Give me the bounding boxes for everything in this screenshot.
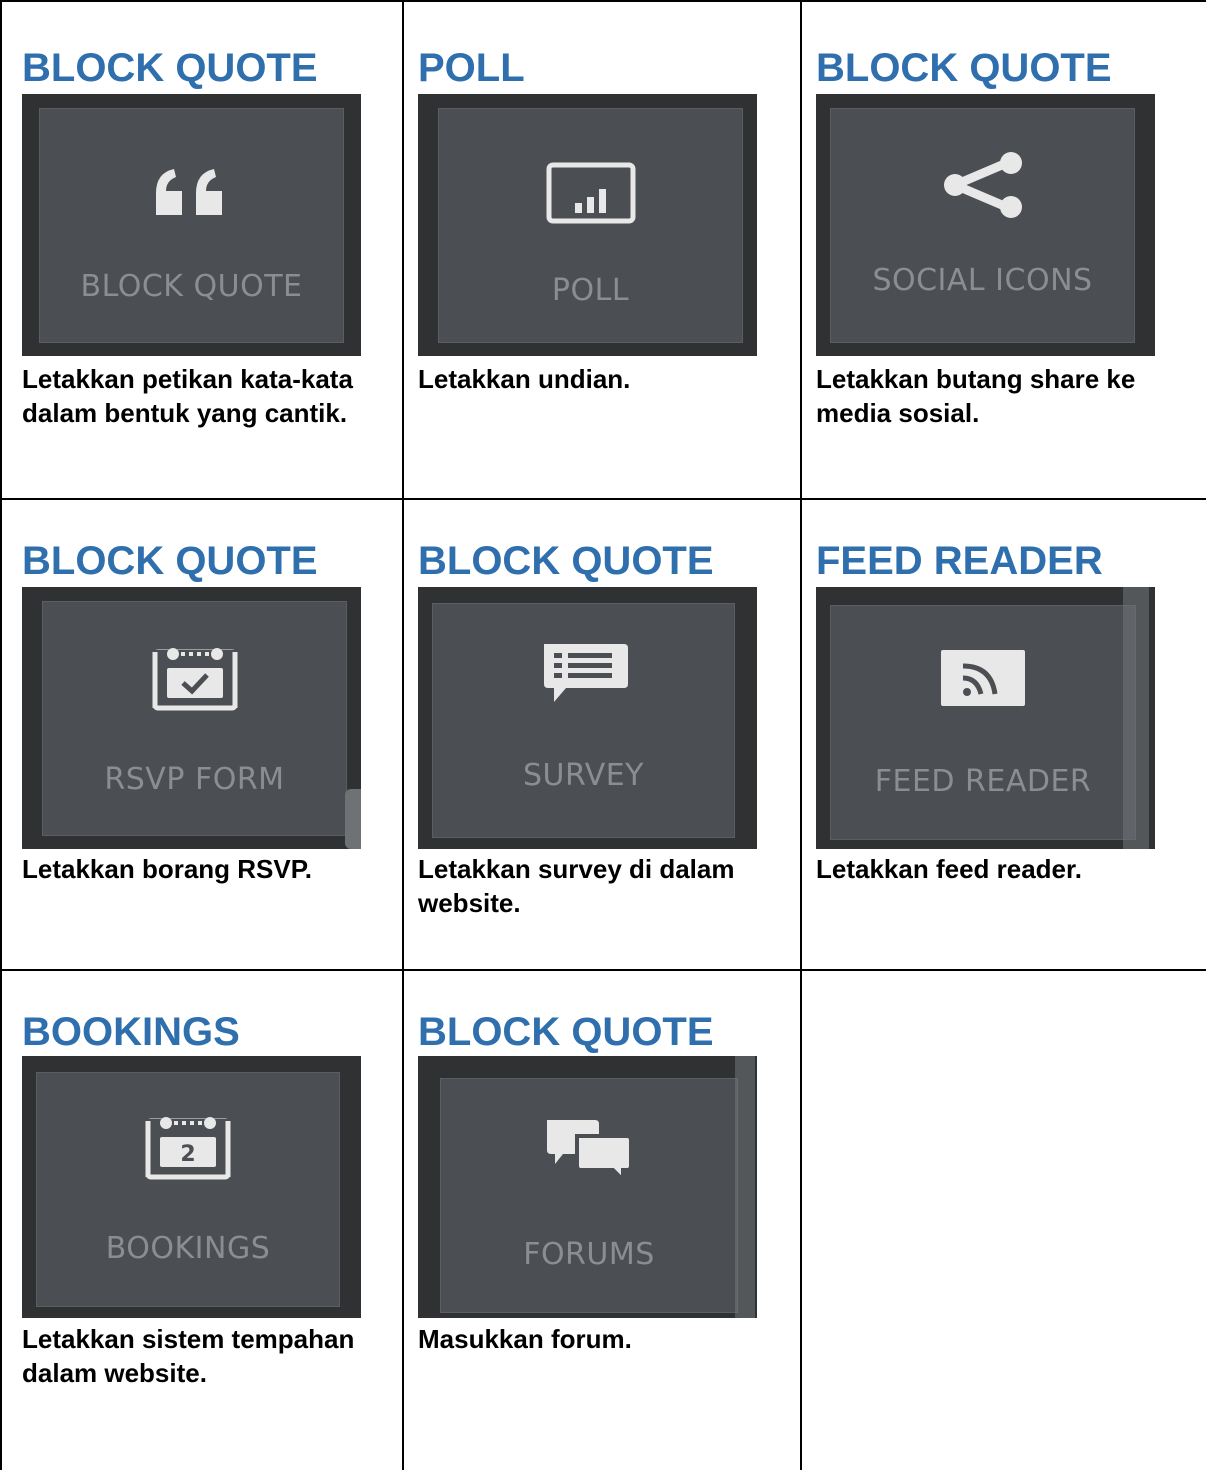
poll-tile[interactable]: POLL [418,94,757,356]
grid-divider-col-1 [402,0,404,1470]
chat-bubbles-icon [441,1115,737,1182]
tile-label: RSVP FORM [104,762,285,797]
tile-inner: SOCIAL ICONS [830,108,1135,343]
calendar-2-icon: 2 [37,1113,339,1180]
cell-title: BLOCK QUOTE [418,1010,714,1054]
tile-label: FORUMS [523,1237,655,1272]
tile-scrollbar-handle[interactable] [345,789,361,849]
grid-divider-row-2 [0,969,1206,971]
share-icon [831,152,1134,218]
grid-divider-row-1 [0,498,1206,500]
tile-inner: RSVP FORM [42,601,347,836]
block-quote-tile[interactable]: BLOCK QUOTE [22,94,361,356]
cell-description: Letakkan sistem tempahan dalam website. [22,1324,355,1388]
cell-title: BLOCK QUOTE [22,539,318,583]
widget-cell-bookings: BOOKINGS 2 BOOKINGS Letakkan sistem temp… [22,1008,392,1470]
tile-scrollbar[interactable] [735,1056,755,1318]
tile-inner: FEED READER [830,605,1136,840]
rsvp-form-tile[interactable]: RSVP FORM [22,587,361,849]
tile-label: BOOKINGS [105,1231,271,1266]
grid-border-left [0,0,2,1470]
cell-description: Masukkan forum. [418,1324,632,1354]
cell-description: Letakkan survey di dalam website. [418,854,735,918]
tile-inner: BLOCK QUOTE [39,108,344,343]
cell-title: BLOCK QUOTE [816,46,1112,90]
widget-cell-rsvp-form: BLOCK QUOTE RSVP FORM Letakkan borang RS [22,537,392,957]
cell-title: FEED READER [816,539,1103,583]
rss-icon [831,646,1135,710]
survey-tile[interactable]: SURVEY [418,587,757,849]
speech-list-icon [433,642,734,706]
tile-inner: POLL [438,108,743,343]
cell-description: Letakkan feed reader. [816,854,1082,884]
poll-chart-icon [439,161,742,225]
tile-label: FEED READER [874,764,1092,799]
tile-inner: SURVEY [432,603,735,838]
cell-description: Letakkan undian. [418,364,631,394]
tile-label: POLL [551,273,630,308]
calendar-check-icon [43,644,346,711]
cell-title: BLOCK QUOTE [22,46,318,90]
cell-title: BOOKINGS [22,1010,240,1054]
feed-reader-tile[interactable]: FEED READER [816,587,1155,849]
grid-divider-col-2 [800,0,802,1470]
cell-title: POLL [418,46,525,90]
grid-border-top [0,0,1206,2]
widget-cell-poll: POLL POLL Letakkan undian. [418,44,788,484]
social-icons-tile[interactable]: SOCIAL ICONS [816,94,1155,356]
widget-cell-survey: BLOCK QUOTE SURVEY Letakkan survey di da… [418,537,788,957]
tile-label: BLOCK QUOTE [80,269,303,304]
quote-icon [40,161,343,225]
widget-cell-block-quote: BLOCK QUOTE BLOCK QUOTE Letakkan petikan… [22,44,392,484]
cell-description: Letakkan butang share ke media sosial. [816,364,1136,428]
tile-label: SOCIAL ICONS [872,263,1093,298]
tile-inner: FORUMS [440,1078,738,1313]
cell-title: BLOCK QUOTE [418,539,714,583]
bookings-tile[interactable]: 2 BOOKINGS [22,1056,361,1318]
tile-label: SURVEY [522,758,644,793]
widget-cell-social-icons: BLOCK QUOTE SOCIAL ICONS Letakkan butang… [816,44,1196,484]
cell-description: Letakkan petikan kata-kata dalam bentuk … [22,364,353,428]
forums-tile[interactable]: FORUMS [418,1056,757,1318]
widget-cell-feed-reader: FEED READER FEED READER Letakkan feed re… [816,537,1196,957]
widget-cell-forums: BLOCK QUOTE FORUMS Masukkan forum. [418,1008,788,1470]
tile-scrollbar[interactable] [1123,587,1149,849]
calendar-day-number: 2 [180,1142,195,1167]
cell-description: Letakkan borang RSVP. [22,854,312,884]
tile-inner: 2 BOOKINGS [36,1072,340,1307]
